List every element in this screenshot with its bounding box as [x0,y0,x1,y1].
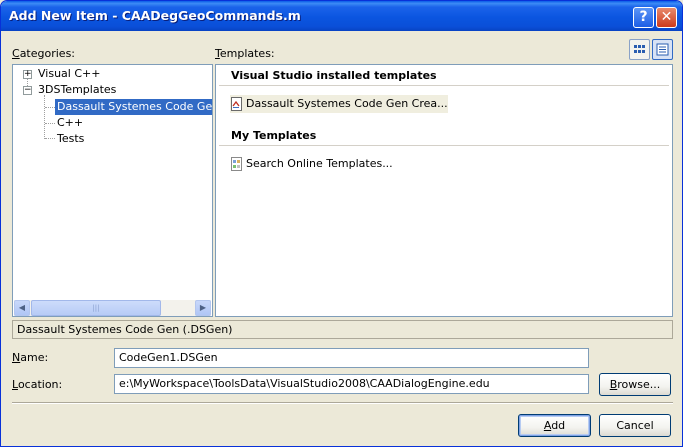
group-header-installed: Visual Studio installed templates [231,69,437,82]
help-button[interactable]: ? [633,7,654,28]
scrollbar-thumb[interactable]: ||| [31,300,161,316]
window-title: Add New Item - CAADegGeoCommands.m [9,8,301,23]
location-label: Location: [12,378,63,391]
list-view-icon [656,43,669,56]
tree-item-cpp[interactable]: C++ [57,115,83,131]
large-icons-view-icon [634,45,645,53]
help-icon: ? [639,9,648,25]
scroll-right-icon[interactable]: ▶ [195,300,211,316]
cancel-button[interactable]: Cancel [599,414,671,437]
large-icons-view-button[interactable] [629,39,650,60]
browse-button[interactable]: Browse... [599,373,671,396]
name-label: Name: [12,351,49,364]
template-item-label: Search Online Templates... [246,157,393,170]
tree-item-tests[interactable]: Tests [57,131,84,147]
location-field[interactable]: e:\MyWorkspace\ToolsData\VisualStudio200… [114,374,589,394]
templates-label: Templates: [215,47,275,60]
tree-item-dassault-code-gen[interactable]: Dassault Systemes Code Gen Cr [55,99,212,115]
templates-list[interactable]: Visual Studio installed templates Dassau… [215,64,673,317]
tree-item-3dstemplates[interactable]: 3DSTemplates [38,82,116,98]
search-online-icon [231,157,242,171]
collapse-3dstemplates-icon[interactable]: − [23,86,32,95]
categories-horizontal-scrollbar[interactable]: ◀ ||| ▶ [14,300,211,316]
scroll-left-icon[interactable]: ◀ [14,300,30,316]
code-template-icon [231,97,242,111]
categories-label: Categories: [12,47,76,60]
title-bar[interactable]: Add New Item - CAADegGeoCommands.m ? ✕ [1,1,682,31]
template-description: Dassault Systemes Code Gen (.DSGen) [12,320,673,339]
expand-visual-cpp-icon[interactable]: + [23,70,32,79]
add-button[interactable]: Add [518,414,591,437]
separator [12,402,673,404]
tree-item-visual-cpp[interactable]: Visual C++ [38,66,100,82]
add-new-item-dialog: Add New Item - CAADegGeoCommands.m ? ✕ C… [0,0,683,447]
group-header-my-templates: My Templates [231,129,317,142]
name-field[interactable]: CodeGen1.DSGen [114,348,589,368]
list-view-button[interactable] [652,39,673,60]
template-item-dassault-code-gen[interactable]: Dassault Systemes Code Gen Crea... [230,95,448,113]
close-button[interactable]: ✕ [656,7,677,28]
close-icon: ✕ [660,9,673,25]
template-item-label: Dassault Systemes Code Gen Crea... [246,97,448,110]
template-item-search-online[interactable]: Search Online Templates... [230,155,393,173]
categories-tree[interactable]: + Visual C++ − 3DSTemplates Dassault Sys… [12,64,213,317]
